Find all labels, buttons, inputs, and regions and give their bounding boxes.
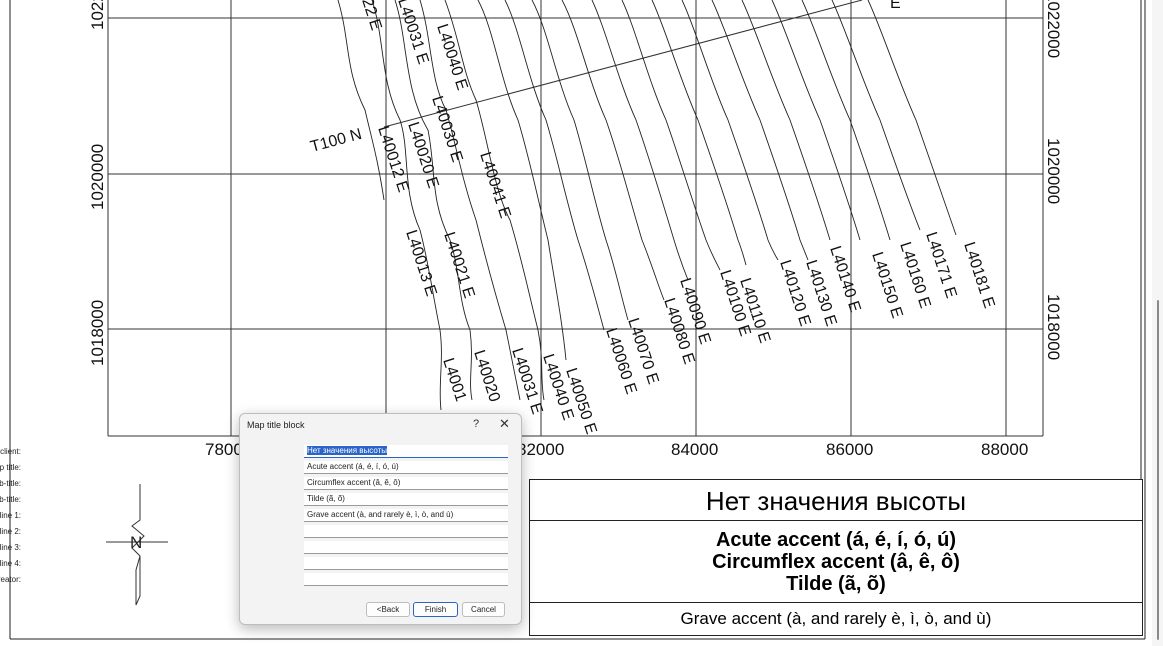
left-axis-label: 1022000 xyxy=(88,0,107,30)
map-title-block-dialog: Map title block ? ✕ client: Нет значения… xyxy=(0,413,522,625)
close-icon[interactable]: ✕ xyxy=(499,416,510,432)
finish-button[interactable]: Finish xyxy=(413,602,458,617)
field-label: text line 3: xyxy=(0,543,21,552)
bottom-axis-label: 7800 xyxy=(205,440,243,459)
right-axis-label: 1022000 xyxy=(1044,0,1063,58)
field-label: sub-title: xyxy=(0,495,21,504)
title-block-subtitles: Acute accent (á, é, í, ó, ú) Circumflex … xyxy=(530,521,1142,603)
bottom-axis-label: 84000 xyxy=(671,440,718,459)
line-label: L4001 xyxy=(439,356,469,404)
scrollbar-thumb[interactable] xyxy=(1157,300,1159,640)
field-label: client: xyxy=(0,447,21,456)
line-label: L40181 E xyxy=(960,240,997,310)
cancel-button[interactable]: Cancel xyxy=(462,602,505,617)
field-label: sub-title: xyxy=(0,479,21,488)
left-axis-label: 1020000 xyxy=(88,144,107,210)
sub-title-1-input[interactable]: Circumflex accent (â, ê, ô) xyxy=(304,477,508,490)
client-input-value: Нет значения высоты xyxy=(307,446,388,455)
north-arrow-label: N xyxy=(130,533,142,552)
north-arrow: N xyxy=(106,484,168,606)
title-block-subtitle: Tilde (ã, õ) xyxy=(786,573,886,595)
line-label: 22 E xyxy=(358,0,384,33)
dialog-title: Map title block xyxy=(247,420,305,430)
client-input[interactable]: Нет значения высоты xyxy=(304,445,508,458)
line-label: E xyxy=(890,0,901,12)
line-label: L40041 E xyxy=(476,150,513,220)
line-label: L40150 E xyxy=(868,250,905,320)
line-label: L40013 E xyxy=(402,228,439,298)
title-block-text-line: Grave accent (à, and rarely è, ì, ò, and… xyxy=(680,609,992,628)
field-label: text line 2: xyxy=(0,527,21,536)
map-creator-input[interactable] xyxy=(304,573,508,586)
line-label: L40030 E xyxy=(428,94,465,164)
line-label: L40031 E xyxy=(394,0,431,66)
line-label: L40021 E xyxy=(440,230,477,300)
bottom-axis-label: 88000 xyxy=(981,440,1028,459)
right-axis-label: 1020000 xyxy=(1044,138,1063,204)
right-axis-label: 1018000 xyxy=(1044,294,1063,360)
text-line-3-input[interactable] xyxy=(304,541,508,554)
title-block: Нет значения высоты Acute accent (á, é, … xyxy=(529,479,1143,636)
left-axis-label: 1018000 xyxy=(88,300,107,366)
field-label: text line 4: xyxy=(0,559,21,568)
title-block-subtitle: Acute accent (á, é, í, ó, ú) xyxy=(715,529,957,551)
field-label: map title: xyxy=(0,463,21,472)
text-line-1-input[interactable]: Grave accent (à, and rarely è, ì, ò, and… xyxy=(304,509,508,522)
sub-title-2-input[interactable]: Tilde (ã, õ) xyxy=(304,493,508,506)
text-line-4-input[interactable] xyxy=(304,557,508,570)
text-line-2-input[interactable] xyxy=(304,525,508,538)
back-button[interactable]: <Back xyxy=(366,602,410,617)
map-title-input[interactable]: Acute accent (á, é, í, ó, ú) xyxy=(304,461,508,474)
line-label: L40020 xyxy=(470,348,503,404)
line-labels: 22 E L40031 E L40040 E L40030 E L40012 E… xyxy=(358,0,997,436)
right-axis-labels: 1022000 1020000 1018000 xyxy=(1044,0,1063,360)
bottom-axis-label: 86000 xyxy=(826,440,873,459)
field-label: text line 1: xyxy=(0,511,21,520)
line-label: L40040 E xyxy=(433,22,470,92)
tie-line-label: T100 N xyxy=(309,126,364,156)
help-button[interactable]: ? xyxy=(473,418,479,430)
title-block-subtitle: Circumflex accent (â, ê, ô) xyxy=(712,551,960,573)
line-label: L40020 E xyxy=(404,120,441,190)
field-label: map creator: xyxy=(0,575,21,584)
title-block-title: Нет значения высоты xyxy=(530,480,1142,521)
bottom-axis-label: 82000 xyxy=(517,440,564,459)
left-axis-labels: 1022000 1020000 1018000 xyxy=(88,0,107,366)
